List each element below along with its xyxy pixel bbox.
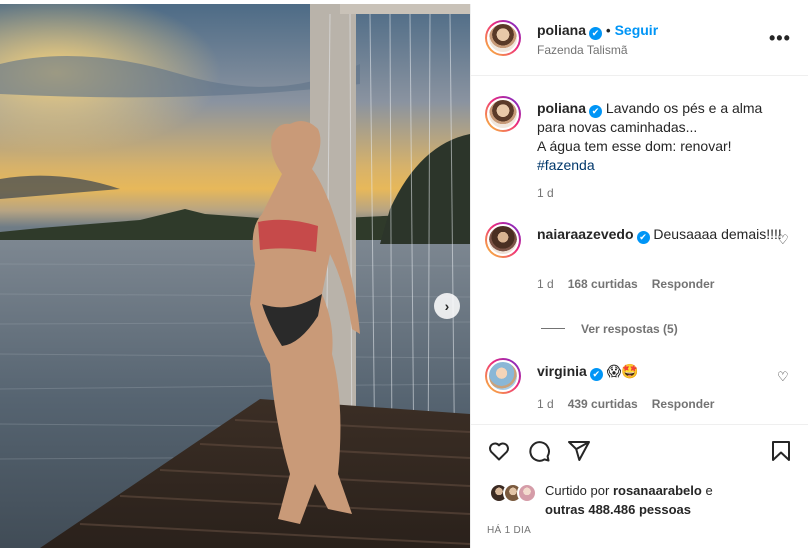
- comment-icon[interactable]: [527, 439, 551, 463]
- more-options-icon[interactable]: •••: [769, 28, 791, 49]
- verified-icon: ✔: [589, 368, 603, 381]
- likes-count[interactable]: outras 488.486 pessoas: [545, 502, 691, 517]
- post-photo[interactable]: ›: [0, 4, 470, 548]
- view-replies-button[interactable]: Ver respostas (5): [541, 322, 678, 336]
- comment-meta: 1 d 439 curtidas Responder: [537, 397, 714, 411]
- chevron-right-icon: ›: [444, 298, 450, 314]
- comment-text: 😱🤩: [606, 363, 639, 379]
- comment-avatar[interactable]: [485, 358, 521, 394]
- view-replies-label: Ver respostas (5): [581, 322, 678, 336]
- verified-icon: ✔: [589, 105, 603, 118]
- location-link[interactable]: Fazenda Talismã: [537, 43, 628, 57]
- reply-button[interactable]: Responder: [652, 397, 715, 411]
- bookmark-icon[interactable]: [769, 439, 793, 463]
- post-side-panel: poliana ✔ • Seguir Fazenda Talismã ••• poli…: [470, 4, 808, 548]
- follow-button[interactable]: Seguir: [615, 22, 659, 38]
- author-avatar[interactable]: [485, 20, 521, 56]
- post-timestamp[interactable]: HÁ 1 DIA: [487, 525, 531, 536]
- caption: poliana ✔ Lavando os pés e a alma para no…: [537, 99, 785, 175]
- comment-avatar[interactable]: [485, 222, 521, 258]
- author-line: poliana ✔ • Seguir: [537, 22, 658, 40]
- comment-text: Deusaaaa demais!!!!: [653, 226, 782, 242]
- likes-prefix: Curtido por: [545, 483, 610, 498]
- liker-avatar[interactable]: [517, 483, 537, 503]
- comment-username[interactable]: virginia: [537, 363, 587, 379]
- post-actions: Curtido por rosanaarabelo e outras 488.4…: [471, 424, 808, 548]
- post-header: poliana ✔ • Seguir Fazenda Talismã •••: [471, 4, 808, 76]
- caption-text-line2: A água tem esse dom: renovar!: [537, 138, 732, 154]
- likes-conj: e: [705, 483, 713, 498]
- reply-button[interactable]: Responder: [652, 277, 715, 291]
- author-username[interactable]: poliana: [537, 22, 586, 38]
- comment-username[interactable]: naiaraazevedo: [537, 226, 634, 242]
- likes-summary: Curtido por rosanaarabelo e outras 488.4…: [545, 481, 713, 519]
- comment-likes[interactable]: 168 curtidas: [568, 277, 638, 291]
- hashtag-link[interactable]: #fazenda: [537, 157, 595, 173]
- caption-author-avatar[interactable]: [485, 96, 521, 132]
- next-photo-button[interactable]: ›: [434, 293, 460, 319]
- comment-time: 1 d: [537, 397, 554, 411]
- like-comment-icon[interactable]: ♡: [777, 369, 789, 385]
- photo-scene: [0, 4, 470, 548]
- comment-item: virginia ✔ 😱🤩: [537, 362, 785, 381]
- like-comment-icon[interactable]: ♡: [777, 232, 789, 248]
- heart-icon[interactable]: [487, 439, 511, 463]
- verified-icon: ✔: [589, 27, 603, 40]
- caption-username[interactable]: poliana: [537, 100, 586, 116]
- comment-likes[interactable]: 439 curtidas: [568, 397, 638, 411]
- comment-meta: 1 d 168 curtidas Responder: [537, 277, 714, 291]
- share-icon[interactable]: [567, 439, 591, 463]
- verified-icon: ✔: [636, 231, 650, 244]
- post-dialog: › poliana ✔ • Seguir Fazenda Talismã ••• po…: [0, 0, 808, 548]
- liker-username[interactable]: rosanaarabelo: [613, 483, 702, 498]
- comment-time: 1 d: [537, 277, 554, 291]
- comment-item: naiaraazevedo ✔ Deusaaaa demais!!!!: [537, 225, 785, 244]
- caption-time: 1 d: [537, 186, 554, 200]
- separator-dot: •: [606, 23, 611, 38]
